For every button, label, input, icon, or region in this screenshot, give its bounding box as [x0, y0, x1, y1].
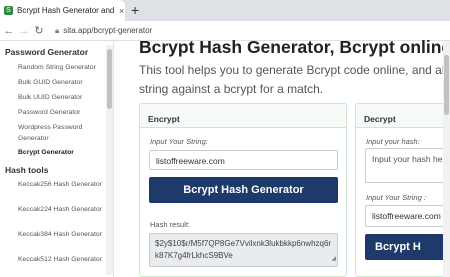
- new-tab-button[interactable]: +: [131, 2, 139, 18]
- sidebar-item-random-string[interactable]: Random String Generator: [18, 62, 106, 73]
- hash-result-value: $2y$10$r/M5f7QP8Ge7Vvilxnk3lukbkkp6nwhzq…: [155, 239, 332, 260]
- main-content: Bcrypt Hash Generator, Bcrypt online Thi…: [114, 37, 450, 277]
- encrypt-card: Encrypt Input Your String: listoffreewar…: [139, 103, 347, 277]
- sidebar-item-bcrypt-generator[interactable]: Bcrypt Generator: [18, 147, 106, 158]
- url-text[interactable]: sita.app/bcrypt-generator: [63, 26, 152, 35]
- sidebar: Password Generator Random String Generat…: [0, 41, 114, 277]
- sidebar-item-keccak256[interactable]: Keccak256 Hash Generator: [18, 179, 106, 190]
- bcrypt-check-button[interactable]: Bcrypt H: [365, 234, 450, 260]
- page-scrollbar-thumb[interactable]: [444, 55, 449, 115]
- tab-close-icon[interactable]: ×: [119, 6, 124, 16]
- sidebar-item-keccak512[interactable]: Keccak512 Hash Generator: [18, 254, 106, 265]
- tab-title: Bcrypt Hash Generator and chec: [17, 6, 117, 15]
- decrypt-string-input[interactable]: listoffreeware.com: [365, 205, 450, 227]
- decrypt-card-header: Decrypt: [356, 104, 450, 128]
- decrypt-hash-label: Input your hash:: [366, 137, 420, 146]
- decrypt-hash-input[interactable]: Input your hash here...: [365, 148, 450, 183]
- sidebar-section-title: Password Generator: [5, 47, 89, 57]
- page-description: This tool helps you to generate Bcrypt c…: [139, 63, 450, 96]
- hash-result-label: Hash result:: [150, 220, 191, 229]
- encrypt-string-input[interactable]: listoffreeware.com: [149, 150, 338, 170]
- browser-tab-bar: S Bcrypt Hash Generator and chec × +: [0, 0, 450, 21]
- encrypt-card-header: Encrypt: [140, 104, 346, 128]
- forward-arrow-icon[interactable]: →: [18, 25, 30, 37]
- sidebar-item-password-generator[interactable]: Password Generator: [18, 107, 106, 118]
- hash-result-textarea[interactable]: $2y$10$r/M5f7QP8Ge7Vvilxnk3lukbkkp6nwhzq…: [149, 233, 338, 267]
- encrypt-input-label: Input Your String:: [150, 137, 208, 146]
- browser-tab[interactable]: S Bcrypt Hash Generator and chec ×: [0, 0, 125, 21]
- back-arrow-icon[interactable]: ←: [3, 25, 15, 37]
- page-title: Bcrypt Hash Generator, Bcrypt online: [139, 37, 450, 57]
- decrypt-card: Decrypt Input your hash: Input your hash…: [355, 103, 450, 277]
- sidebar-section-title: Hash tools: [5, 165, 49, 175]
- reload-icon[interactable]: ↻: [33, 24, 45, 37]
- sidebar-item-keccak384[interactable]: Keccak384 Hash Generator: [18, 229, 106, 240]
- decrypt-string-label: Input Your String :: [366, 193, 426, 202]
- lock-icon[interactable]: 🔒︎: [55, 26, 59, 36]
- site-favicon-icon: S: [4, 6, 13, 15]
- bcrypt-hash-generator-button[interactable]: Bcrypt Hash Generator: [149, 177, 338, 203]
- sidebar-item-wordpress-password[interactable]: Wordpress Password Generator: [18, 122, 106, 144]
- resize-handle-icon[interactable]: ◢: [331, 253, 336, 265]
- sidebar-item-keccak224[interactable]: Keccak224 Hash Generator: [18, 204, 106, 215]
- sidebar-item-bulk-uuid[interactable]: Bulk UUID Generator: [18, 92, 106, 103]
- sidebar-item-bulk-guid[interactable]: Bulk GUID Generator: [18, 77, 106, 88]
- sidebar-scrollbar-thumb[interactable]: [107, 49, 112, 109]
